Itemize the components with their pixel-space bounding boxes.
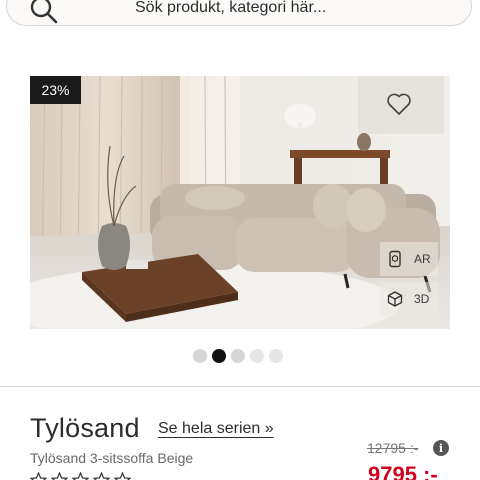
star-icon [30,472,47,480]
product-subtitle: Tylösand 3-sitssoffa Beige [30,450,194,466]
heart-icon[interactable] [386,92,412,116]
star-icon [51,472,68,480]
search-icon [30,0,58,24]
star-icon [72,472,89,480]
ar-view-icon [389,250,401,268]
carousel-dot[interactable] [250,349,264,363]
ar-view-button[interactable]: AR [380,242,438,276]
carousel-dot[interactable] [269,349,283,363]
product-title: Tylösand [30,413,140,443]
3d-label: 3D [414,292,430,306]
search-input[interactable]: Sök produkt, kategori här... [135,0,326,17]
info-icon[interactable]: i [433,440,449,456]
carousel-dot[interactable] [231,349,245,363]
3d-view-button[interactable]: 3D [380,282,438,316]
sale-price: 9795 :- [368,462,438,480]
ar-label: AR [414,252,431,266]
old-price: 12795 :- [367,440,419,456]
carousel-dot[interactable] [193,349,207,363]
search-bar[interactable]: Sök produkt, kategori här... [6,0,472,26]
cube-3d-icon [387,291,403,307]
carousel-dot-active[interactable] [212,349,226,363]
breadcrumb [30,30,450,40]
star-icon [114,472,131,480]
discount-badge: 23% [30,76,81,104]
image-carousel-dots [193,349,283,363]
rating-stars[interactable] [30,472,131,480]
star-icon [93,472,110,480]
divider [0,386,480,387]
see-series-link[interactable]: Se hela serien » [158,420,274,438]
